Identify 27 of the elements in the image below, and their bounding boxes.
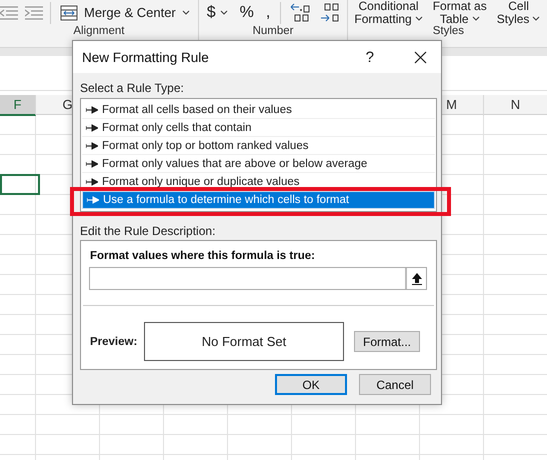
rule-type-item[interactable]: Format only top or bottom ranked values xyxy=(82,137,435,155)
column-header[interactable]: N xyxy=(484,95,547,116)
ok-button[interactable]: OK xyxy=(275,374,347,395)
rule-type-item[interactable]: Format all cells based on their values xyxy=(82,101,435,119)
number-format-button[interactable]: % xyxy=(238,4,256,22)
merge-button[interactable]: Merge & Center xyxy=(58,4,192,20)
rule-type-item[interactable]: Format only values that are above or below average xyxy=(82,155,435,173)
dialog-title: New Formatting Rule xyxy=(82,50,210,64)
section-label: Select a Rule Type: xyxy=(80,81,185,97)
styles-button[interactable]: Format as Table xyxy=(430,0,489,25)
cancel-button[interactable]: Cancel xyxy=(359,374,431,395)
preview-label: Preview: xyxy=(90,336,138,348)
preview-box: No Format Set xyxy=(144,322,344,361)
styles-button[interactable]: Conditional Formatting xyxy=(352,0,425,25)
formula-label: Format values where this formula is true: xyxy=(90,250,316,262)
format-button[interactable]: Format... xyxy=(354,331,420,352)
styles-button[interactable]: Cell Styles xyxy=(494,0,542,25)
number-format-button[interactable]: , xyxy=(264,4,272,22)
group-label: Number xyxy=(252,25,295,38)
rule-type-item[interactable]: Use a formula to determine which cells to format xyxy=(82,191,435,209)
section-label: Edit the Rule Description: xyxy=(80,224,216,240)
rule-type-item[interactable]: Format only cells that contain xyxy=(82,119,435,137)
number-format-button[interactable]: $ xyxy=(204,4,230,22)
help-button[interactable]: ? xyxy=(360,48,380,66)
column-header[interactable]: F xyxy=(0,95,36,116)
group-label: Alignment xyxy=(72,25,126,38)
group-label: Styles xyxy=(432,25,466,38)
